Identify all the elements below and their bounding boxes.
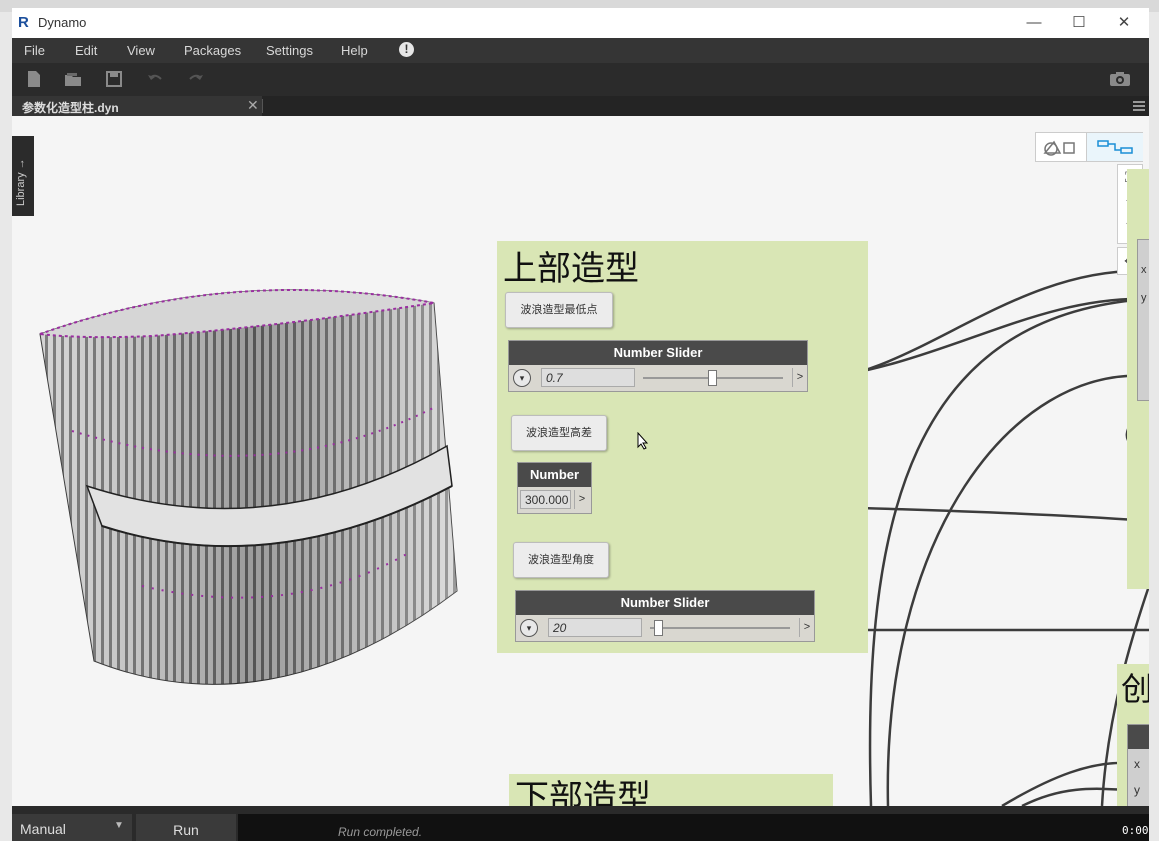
undo-icon[interactable] [146, 70, 164, 88]
tab-close-icon[interactable]: ✕ [247, 97, 259, 114]
workspace-tab-label: 参数化造型柱.dyn [22, 101, 119, 115]
port-x-label: x [1134, 757, 1140, 771]
output-port[interactable]: > [792, 368, 807, 387]
view-toggle [1035, 132, 1143, 162]
slider-thumb[interactable] [708, 370, 717, 386]
tab-bar: 参数化造型柱.dyn ✕ [12, 96, 1149, 116]
library-tab-label: Library → [15, 158, 27, 206]
slider-thumb[interactable] [654, 620, 663, 636]
menu-help[interactable]: Help [341, 43, 368, 58]
number-node[interactable]: Number 300.000 > [517, 462, 592, 514]
group-title-top: 上部造型 [503, 249, 639, 289]
status-message-area: Run completed. [238, 814, 1149, 841]
slider-value[interactable]: 20 [548, 618, 642, 637]
run-timer: 0:00 [1122, 824, 1149, 837]
background-right-strip [1149, 12, 1159, 841]
group-top[interactable]: 上部造型 波浪造型最低点 Number Slider ▾ 0.7 > 波浪造型高… [497, 241, 868, 653]
output-port[interactable]: > [574, 490, 589, 509]
open-file-icon[interactable] [64, 70, 82, 88]
title-bar: R Dynamo — ☐ ✕ [12, 8, 1149, 39]
dropdown-caret-icon: ▼ [114, 820, 124, 831]
number-value[interactable]: 300.000 [520, 490, 571, 509]
note-wave-lowest[interactable]: 波浪造型最低点 [505, 292, 613, 328]
menu-edit[interactable]: Edit [75, 43, 97, 58]
number-slider-node-1[interactable]: Number Slider ▾ 0.7 > [508, 340, 808, 392]
run-mode-label: Manual [20, 821, 66, 837]
notification-icon[interactable]: ! [399, 42, 414, 57]
graph-canvas[interactable]: Library → ⛶ + − ✥ 上部造型 波浪造型最低点 Number Sl… [12, 116, 1149, 806]
status-bar: Manual ▼ Run Run completed. 0:00 [12, 806, 1149, 841]
expand-chevron-icon[interactable]: ▾ [520, 619, 538, 637]
new-file-icon[interactable] [25, 70, 43, 88]
partial-node-right-bottom[interactable]: x y [1127, 724, 1149, 806]
app-title: Dynamo [38, 15, 87, 30]
port-x-label: x [1141, 264, 1147, 276]
toolbar [12, 63, 1149, 96]
menu-settings[interactable]: Settings [266, 43, 313, 58]
wire-bottom-x [1001, 761, 1129, 806]
menu-view[interactable]: View [127, 43, 155, 58]
slider-value[interactable]: 0.7 [541, 368, 635, 387]
maximize-button[interactable]: ☐ [1064, 12, 1094, 34]
slider-track[interactable] [650, 627, 790, 629]
output-port[interactable]: > [799, 618, 814, 637]
slider-row: ▾ 20 > [516, 615, 814, 641]
group-right-top-partial[interactable]: x y [1127, 169, 1149, 589]
status-message: Run completed. [338, 825, 423, 839]
menu-file[interactable]: File [24, 43, 45, 58]
node-title: Number Slider [516, 591, 814, 615]
workspace-tab[interactable]: 参数化造型柱.dyn ✕ [12, 96, 262, 116]
redo-icon[interactable] [187, 70, 205, 88]
note-wave-height[interactable]: 波浪造型高差 [511, 415, 607, 451]
group-title-bottom: 下部造型 [515, 778, 651, 806]
expand-chevron-icon[interactable]: ▾ [513, 369, 531, 387]
tab-separator [262, 99, 263, 113]
run-button[interactable]: Run [136, 814, 236, 841]
note-wave-angle[interactable]: 波浪造型角度 [513, 542, 609, 578]
port-y-label: y [1141, 292, 1147, 304]
group-right-bottom-partial[interactable]: 创 x y [1117, 664, 1149, 806]
port-y-label: y [1134, 783, 1140, 797]
node-title: Number Slider [509, 341, 807, 365]
wire-bottom-y [1021, 787, 1129, 806]
graph-view-toggle[interactable] [1086, 133, 1143, 161]
revit-logo-icon: R [18, 14, 29, 31]
hamburger-menu-icon[interactable] [1132, 99, 1146, 113]
group-bottom[interactable]: 下部造型 [509, 774, 833, 806]
geometry-preview [39, 289, 458, 685]
geometry-view-icon[interactable] [1042, 138, 1078, 156]
menu-packages[interactable]: Packages [184, 43, 241, 58]
library-tab[interactable]: Library → [12, 136, 34, 216]
slider-row: ▾ 0.7 > [509, 365, 807, 391]
mouse-cursor-icon [637, 432, 649, 450]
group-title-right: 创 [1121, 670, 1149, 708]
graph-view-icon [1097, 140, 1133, 154]
close-button[interactable]: ✕ [1109, 12, 1139, 34]
node-title: Number [518, 463, 591, 487]
menu-bar: File Edit View Packages Settings Help ! [12, 38, 1149, 63]
wire-long-1 [868, 297, 1148, 806]
number-row: 300.000 > [518, 487, 591, 513]
camera-icon[interactable] [1109, 70, 1131, 88]
save-icon[interactable] [105, 70, 123, 88]
partial-node-header [1128, 725, 1149, 749]
number-slider-node-2[interactable]: Number Slider ▾ 20 > [515, 590, 815, 642]
run-mode-dropdown[interactable]: Manual ▼ [12, 814, 132, 841]
minimize-button[interactable]: — [1019, 12, 1049, 34]
dynamo-window: R Dynamo — ☐ ✕ File Edit View Packages S… [12, 8, 1149, 841]
